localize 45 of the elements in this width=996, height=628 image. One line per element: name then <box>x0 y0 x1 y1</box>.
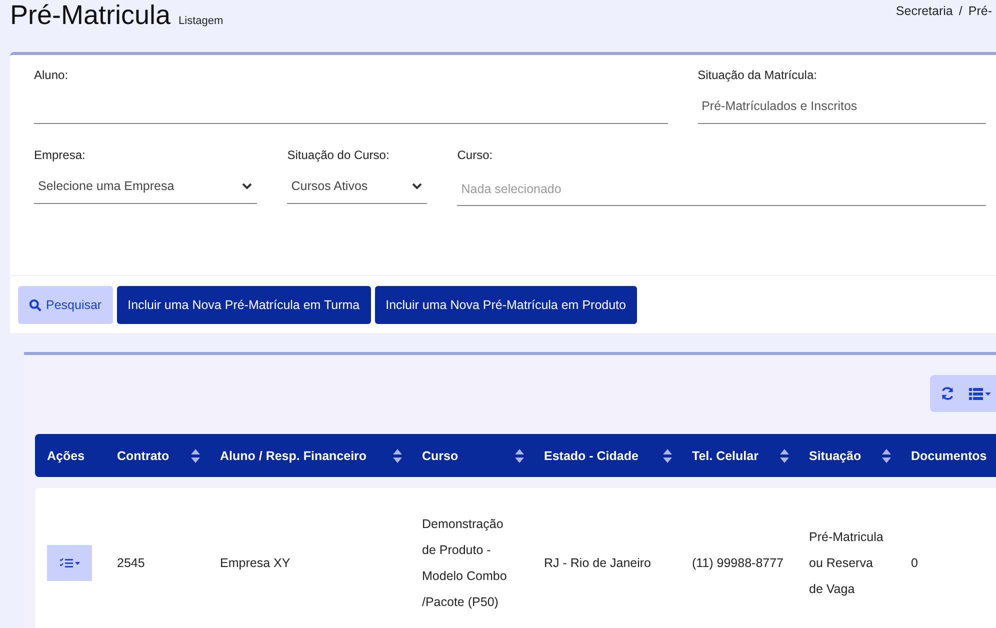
field-label: Empresa: <box>34 148 86 164</box>
add-button[interactable]: Incluir uma Nova Pré-Matrícula em Turma <box>116 286 371 324</box>
field-label: Curso: <box>457 148 494 164</box>
sort-icon[interactable] <box>393 448 402 462</box>
page-title: Pré-Matricula <box>10 0 171 30</box>
column-header[interactable]: Estado - Cidade <box>544 448 638 462</box>
table-cell: Demonstração de Produto - Modelo Combo /Pacote (P50) <box>422 517 507 609</box>
field-label: Situação do Curso: <box>287 148 390 164</box>
field-label: Aluno: <box>34 68 70 84</box>
column-header[interactable]: Tel. Celular <box>692 448 758 462</box>
page-subtitle: Listagem <box>178 15 224 27</box>
select-field[interactable]: Pré-Matrículados e Inscritos <box>698 88 986 124</box>
sort-icon[interactable] <box>515 448 524 462</box>
column-header[interactable]: Ações <box>47 448 85 462</box>
select-field[interactable]: Cursos Ativos <box>287 168 428 204</box>
sort-icon[interactable] <box>663 448 672 462</box>
column-header[interactable]: Aluno / Resp. Financeiro <box>220 448 367 462</box>
column-header[interactable]: Documentos <box>911 448 987 462</box>
sort-icon[interactable] <box>191 448 200 462</box>
table-cell: Empresa XY <box>220 556 290 570</box>
table-cell: RJ - Rio de Janeiro <box>544 556 651 570</box>
sort-icon[interactable] <box>780 448 789 462</box>
column-header[interactable]: Curso <box>422 448 458 462</box>
add-button[interactable]: Incluir uma Nova Pré-Matrícula em Produto <box>374 286 637 324</box>
breadcrumb-separator: / <box>958 4 962 20</box>
chevron-down-icon <box>411 182 424 190</box>
search-icon <box>29 298 42 312</box>
breadcrumb-link[interactable]: Secretaria <box>896 4 953 22</box>
input-field[interactable]: Nada selecionado <box>457 172 986 206</box>
column-header[interactable]: Situação <box>809 448 862 462</box>
field-label: Situação da Matrícula: <box>698 68 818 84</box>
actions-button[interactable] <box>47 545 92 581</box>
refresh-icon <box>940 386 955 401</box>
table-cell: (11) 99988-8777 <box>692 556 784 570</box>
breadcrumb-link[interactable]: Pré- <box>968 4 992 22</box>
checklist-icon <box>60 558 80 568</box>
list-icon <box>969 388 991 400</box>
chevron-down-icon <box>241 182 254 190</box>
select-field[interactable]: Selecione uma Empresa <box>34 168 258 204</box>
column-header[interactable]: Contrato <box>117 448 170 462</box>
table-cell: 0 <box>911 556 918 570</box>
search-button[interactable]: Pesquisar <box>18 286 113 324</box>
table-cell: Pré-Matricula ou Reserva de Vaga <box>809 530 884 596</box>
table-cell: 2545 <box>117 556 145 570</box>
sort-icon[interactable] <box>882 448 891 462</box>
